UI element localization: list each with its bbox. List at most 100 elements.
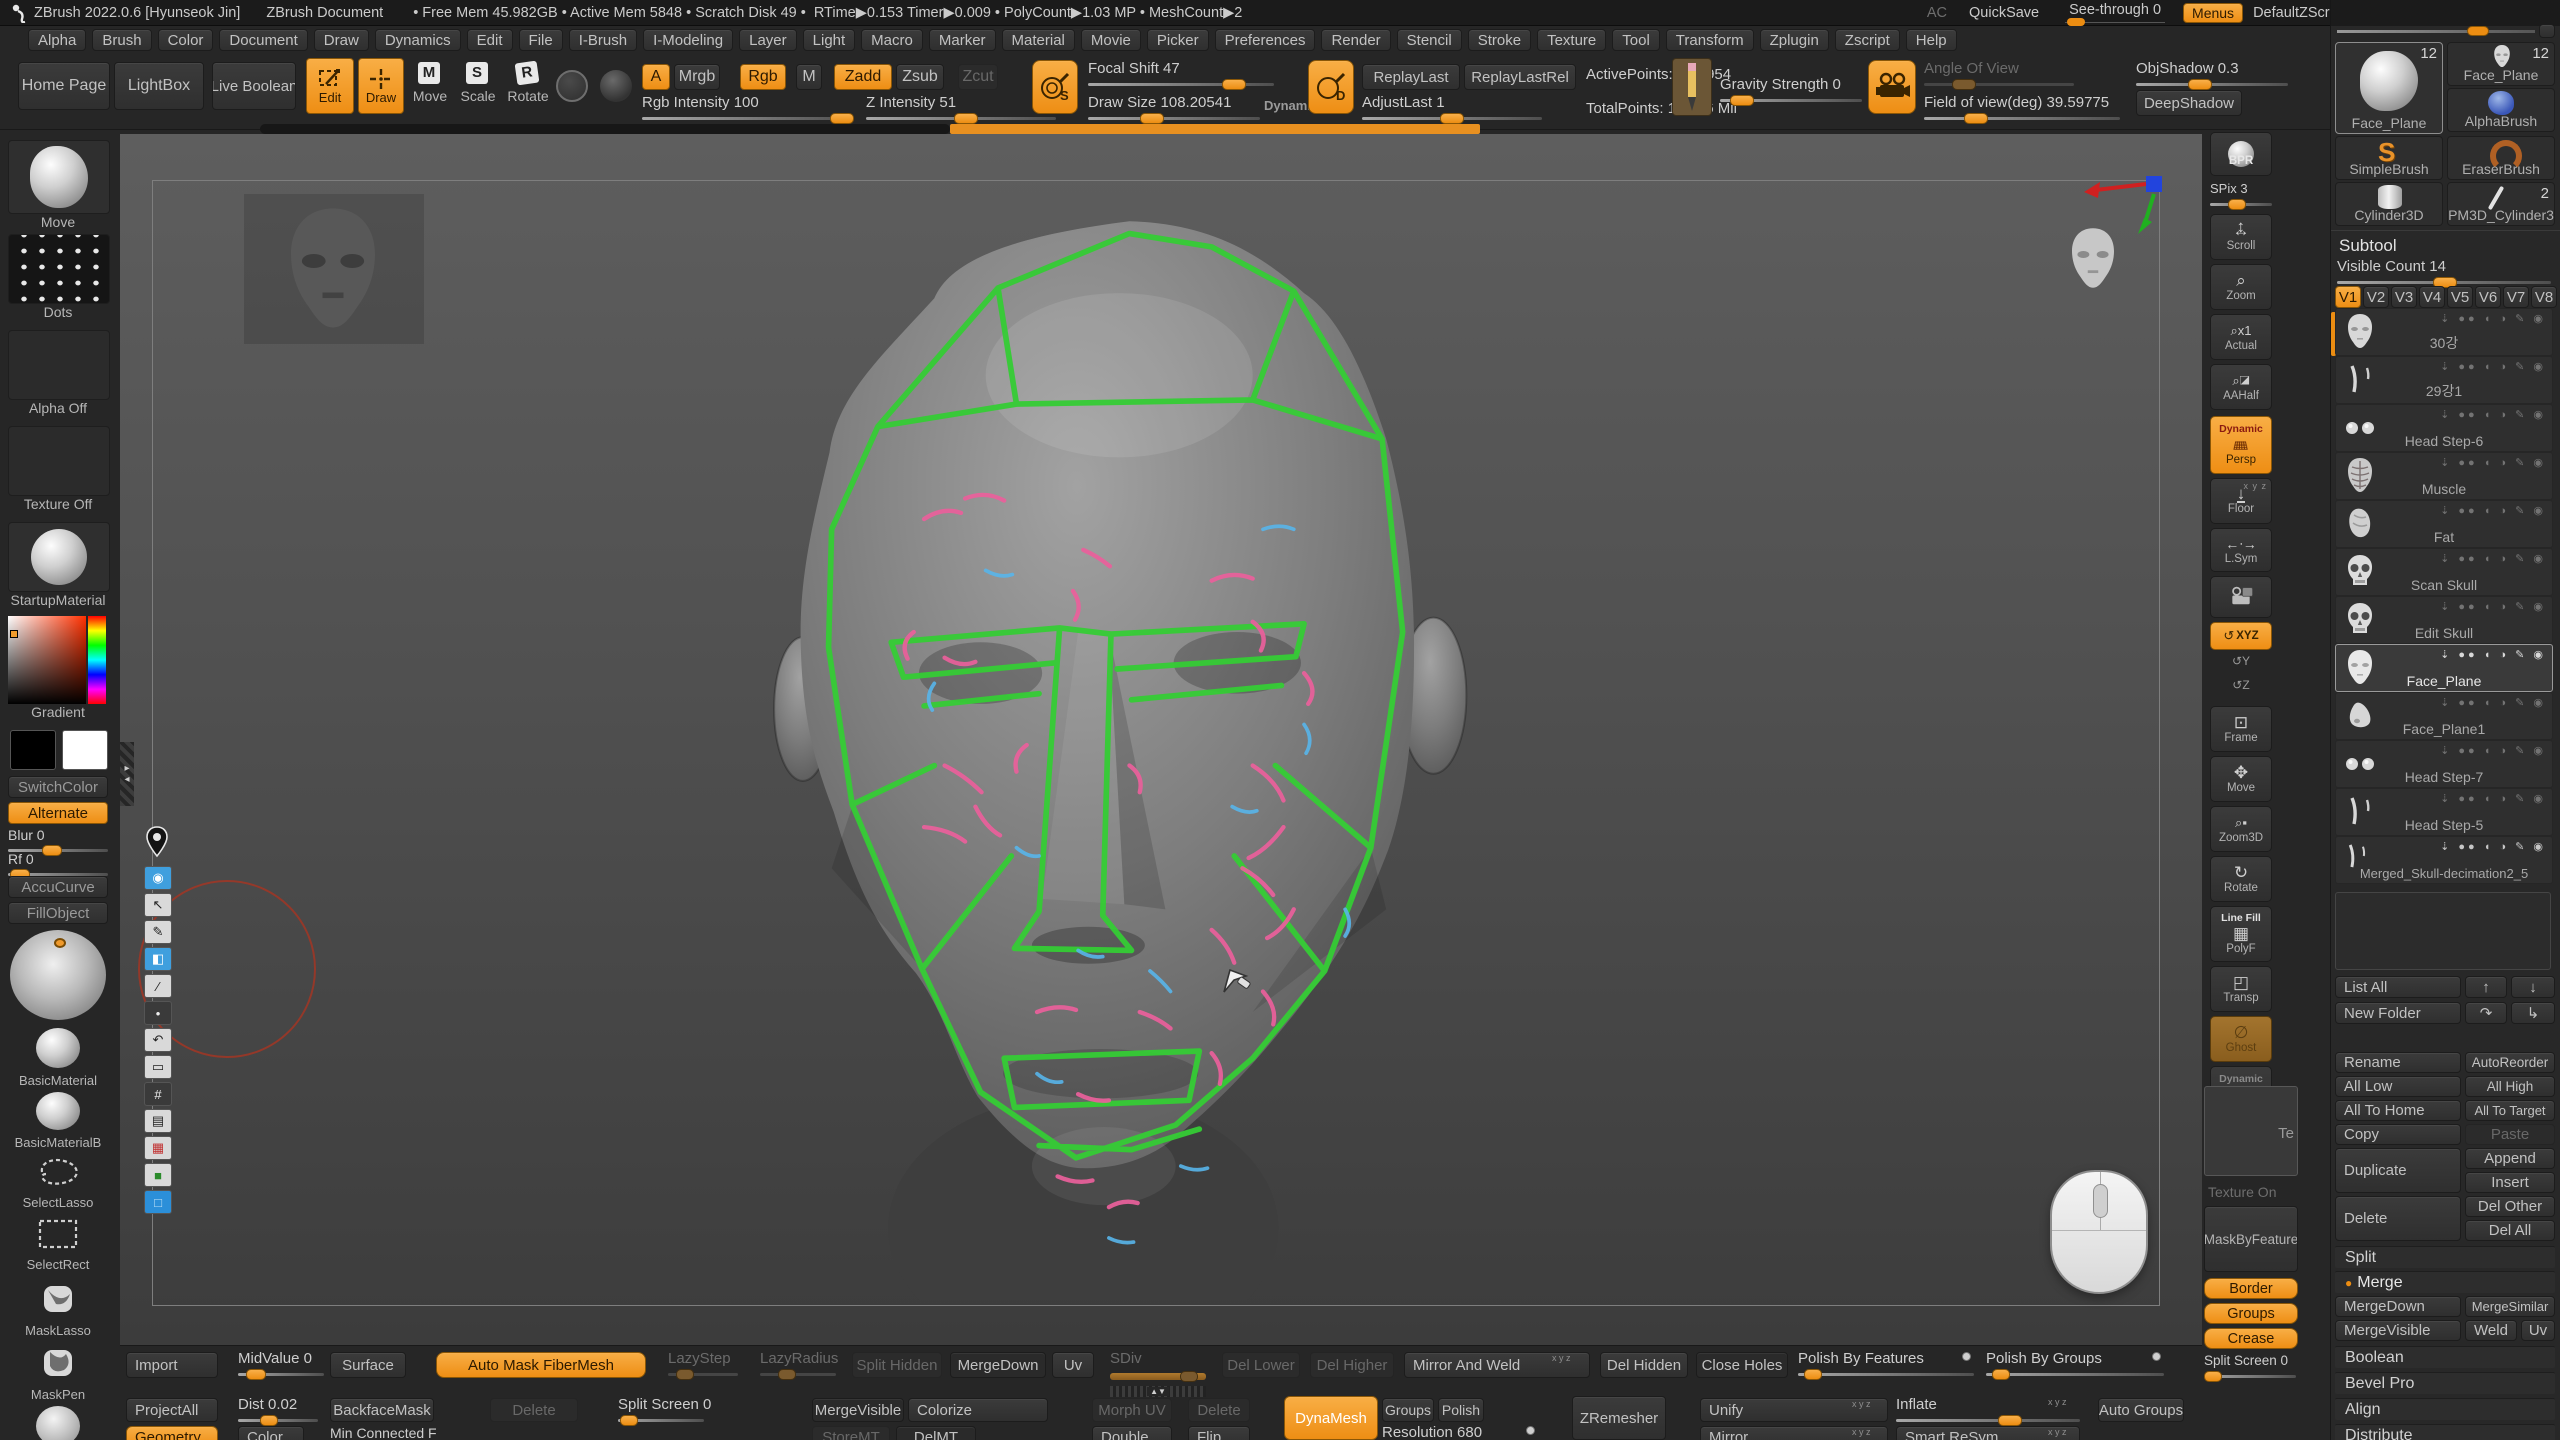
mirror-xyz-hint[interactable]: x y z <box>1852 1427 1871 1437</box>
auto-reorder-button[interactable]: AutoReorder <box>2465 1052 2555 1073</box>
split-section[interactable]: Split <box>2335 1246 2555 1268</box>
inflate-xyz-hint[interactable]: x y z <box>2048 1397 2067 1407</box>
insert-button[interactable]: Insert <box>2465 1172 2555 1193</box>
weld-button[interactable]: Weld <box>2465 1320 2517 1341</box>
local-y-button[interactable]: ↺Y <box>2210 654 2272 668</box>
smart-resym-xyz-hint[interactable]: x y z <box>2048 1427 2067 1437</box>
left-tray-item-alpha[interactable]: Alpha Off <box>8 330 108 416</box>
menu-marker[interactable]: Marker <box>929 29 996 51</box>
new-folder-button[interactable]: New Folder <box>2335 1002 2461 1024</box>
border-button[interactable]: Border <box>2204 1278 2298 1299</box>
menu-texture[interactable]: Texture <box>1537 29 1606 51</box>
left-tray-item-texture[interactable]: Texture Off <box>8 426 108 512</box>
menu-stencil[interactable]: Stencil <box>1397 29 1462 51</box>
quicksave-button[interactable]: QuickSave <box>1969 5 2039 21</box>
rotate3d-button[interactable]: ↻ Rotate <box>2210 856 2272 902</box>
brush-pin-icon[interactable] <box>145 826 169 858</box>
resolution-slider[interactable]: Resolution 680 <box>1382 1424 1518 1440</box>
dot-icon[interactable]: • <box>144 1001 172 1025</box>
clipboard-icon[interactable]: ▤ <box>144 1109 172 1133</box>
sdiv-stepper[interactable]: ▲▼ <box>1110 1386 1206 1397</box>
texture-thumbnail[interactable]: Te <box>2204 1086 2298 1176</box>
secondary-color-swatch[interactable] <box>62 730 108 770</box>
lock-camera-button[interactable] <box>2210 576 2272 618</box>
merge-down-button[interactable]: MergeDown <box>2335 1296 2461 1317</box>
flip-button[interactable]: Flip <box>1188 1426 1250 1440</box>
merge-down-bottom-button[interactable]: MergeDown <box>950 1352 1046 1378</box>
split-screen-row2-slider[interactable]: Split Screen 0 <box>618 1396 704 1422</box>
polish-bottom-button[interactable]: Polish <box>1438 1398 1484 1422</box>
unify-xyz-hint[interactable]: x y z <box>1852 1399 1871 1409</box>
undo-icon[interactable]: ↶ <box>144 1028 172 1052</box>
ghost-button[interactable]: ∅ Ghost <box>2210 1016 2272 1062</box>
move3d-button[interactable]: ✥ Move <box>2210 756 2272 802</box>
subtool-item-6[interactable]: ⇣ ●● ◖ ◑ ✎ ◉ Edit Skull <box>2335 596 2553 644</box>
polyf-button[interactable]: Line Fill ▦ PolyF <box>2210 906 2272 962</box>
zadd-button[interactable]: Zadd <box>834 64 892 90</box>
midvalue-slider[interactable]: MidValue 0 <box>238 1350 324 1376</box>
tab-v2[interactable]: V2 <box>2363 286 2389 308</box>
edit-button[interactable]: Edit <box>306 58 354 114</box>
subtool-item-4[interactable]: ⇣ ●● ◖ ◑ ✎ ◉ Fat <box>2335 500 2553 548</box>
all-high-button[interactable]: All High <box>2465 1076 2555 1097</box>
all-to-home-button[interactable]: All To Home <box>2335 1100 2461 1121</box>
main-color-swatch[interactable] <box>10 730 56 770</box>
subtool-item-11[interactable]: ⇣ ●● ◖ ◑ ✎ ◉ Merged_Skull-decimation2_5 <box>2335 836 2553 884</box>
quickpick-cylinder3d[interactable]: Cylinder3D <box>2335 182 2443 226</box>
floor-button[interactable]: x y z ↓ Floor <box>2210 478 2272 524</box>
orientation-head[interactable] <box>2058 216 2128 304</box>
project-all-button[interactable]: ProjectAll <box>126 1398 218 1422</box>
hue-strip[interactable] <box>88 616 106 704</box>
menu-render[interactable]: Render <box>1321 29 1390 51</box>
auto-groups-button[interactable]: Auto Groups <box>2098 1398 2184 1422</box>
quickpick-pm3d-cylinder3[interactable]: 2 PM3D_Cylinder3 <box>2447 182 2555 226</box>
polish-by-features-slider[interactable]: Polish By Features <box>1798 1350 1974 1376</box>
menu-transform[interactable]: Transform <box>1666 29 1754 51</box>
gravity-strength-slider[interactable]: Gravity Strength 0 <box>1720 76 1862 102</box>
pen-icon[interactable]: ✎ <box>144 920 172 944</box>
eye-icon[interactable]: ◉ <box>144 866 172 890</box>
close-holes-button[interactable]: Close Holes <box>1696 1352 1788 1378</box>
stroke-icon-button[interactable]: S <box>1032 60 1078 114</box>
texture-sphere-icon[interactable] <box>600 70 632 102</box>
menu-brush[interactable]: Brush <box>92 29 151 51</box>
visible-count-slider[interactable]: Visible Count 14 <box>2337 258 2551 284</box>
subtool-item-0[interactable]: ⇣ ●● ◖ ◑ ✎ ◉ 30강 <box>2335 308 2553 356</box>
left-tray-item-material[interactable]: StartupMaterial <box>8 522 108 608</box>
copy-button[interactable]: Copy <box>2335 1124 2461 1145</box>
quickpick-simplebrush[interactable]: S SimpleBrush <box>2335 136 2443 180</box>
align-section[interactable]: Align <box>2335 1398 2555 1420</box>
surface-button[interactable]: Surface <box>330 1352 406 1378</box>
left-tray-item-smooth[interactable]: Smooth <box>8 1406 108 1440</box>
zsub-button[interactable]: Zsub <box>896 64 944 90</box>
draw-button[interactable]: Draw <box>358 58 404 114</box>
subtool-item-8[interactable]: ⇣ ●● ◖ ◑ ✎ ◉ Face_Plane1 <box>2335 692 2553 740</box>
backface-mask-button[interactable]: BackfaceMask <box>330 1398 434 1422</box>
rename-button[interactable]: Rename <box>2335 1052 2461 1073</box>
menu-draw[interactable]: Draw <box>314 29 369 51</box>
uv-bottom-button[interactable]: Uv <box>1052 1352 1094 1378</box>
distribute-section[interactable]: Distribute <box>2335 1424 2555 1440</box>
quickpick-face-plane-2[interactable]: 12 Face_Plane <box>2447 42 2555 86</box>
list-all-button[interactable]: List All <box>2335 976 2461 998</box>
menus-button[interactable]: Menus <box>2183 3 2243 23</box>
dist-slider[interactable]: Dist 0.02 <box>238 1396 318 1422</box>
move-into-button[interactable]: ↳ <box>2511 1002 2555 1024</box>
uv-button[interactable]: Uv <box>2521 1320 2555 1341</box>
left-tray-item-stroke-dots[interactable]: Dots <box>8 234 108 320</box>
groups-bottom-button[interactable]: Groups <box>1382 1398 1434 1422</box>
merge-visible-button[interactable]: MergeVisible <box>2335 1320 2461 1341</box>
tab-v6[interactable]: V6 <box>2475 286 2501 308</box>
duplicate-button[interactable]: Duplicate <box>2335 1148 2461 1193</box>
tab-v8[interactable]: V8 <box>2531 286 2557 308</box>
see-through-handle[interactable] <box>2067 18 2085 26</box>
bevel-pro-section[interactable]: Bevel Pro <box>2335 1372 2555 1394</box>
rf-slider[interactable]: Rf 0 <box>8 850 108 876</box>
subtool-item-2[interactable]: ⇣ ●● ◖ ◑ ✎ ◉ Head Step-6 <box>2335 404 2553 452</box>
camera-icon-button[interactable] <box>1868 60 1916 114</box>
menu-layer[interactable]: Layer <box>739 29 797 51</box>
pointer-icon[interactable]: ↖ <box>144 893 172 917</box>
menu-stroke[interactable]: Stroke <box>1468 29 1531 51</box>
z-intensity-slider[interactable]: Z Intensity 51 <box>866 94 1056 120</box>
actual-button[interactable]: ⌕x1 Actual <box>2210 314 2272 360</box>
